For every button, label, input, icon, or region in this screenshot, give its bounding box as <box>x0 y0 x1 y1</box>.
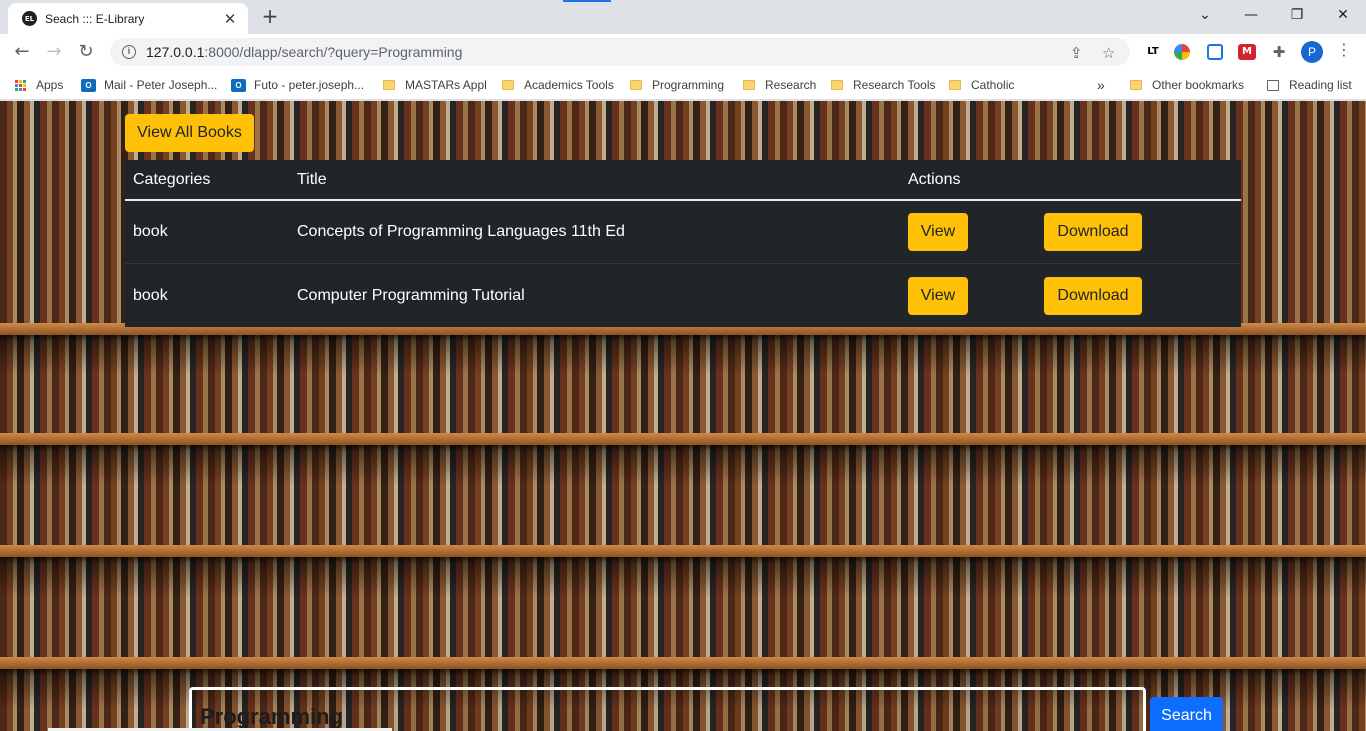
new-tab-icon[interactable]: + <box>258 4 282 28</box>
reading-list-icon <box>1267 79 1279 91</box>
shelf-board <box>0 657 1366 669</box>
library-background: View All Books Categories Title Actions … <box>0 101 1366 731</box>
browser-toolbar: ← → ↻ i 127.0.0.1:8000/dlapp/search/?que… <box>0 34 1366 70</box>
download-book-button[interactable]: Download <box>1044 276 1142 315</box>
tab-title: Seach ::: E-Library <box>45 11 145 26</box>
row-category: book <box>133 286 168 304</box>
shelf-shadow <box>0 335 1366 375</box>
bookmark-star-icon[interactable]: ☆ <box>1102 44 1115 62</box>
languagetool-extension-icon[interactable]: LT <box>1143 42 1163 62</box>
search-results-table: Categories Title Actions book Concepts o… <box>125 160 1241 327</box>
bookmark-academics-tools[interactable]: Academics Tools <box>502 76 614 94</box>
view-all-books-button[interactable]: View All Books <box>125 114 254 152</box>
row-title: Concepts of Programming Languages 11th E… <box>297 223 625 240</box>
bookmark-label: Academics Tools <box>524 78 614 92</box>
screenshot-extension-icon[interactable] <box>1207 44 1223 60</box>
bookmark-label: Futo - peter.joseph... <box>254 78 365 92</box>
reload-icon[interactable]: ↻ <box>72 38 100 66</box>
mendeley-extension-icon[interactable]: M <box>1238 44 1256 60</box>
table-header: Categories Title Actions <box>125 160 1241 201</box>
download-book-button[interactable]: Download <box>1044 213 1142 251</box>
outlook-icon: O <box>231 78 246 92</box>
bookmark-futo[interactable]: O Futo - peter.joseph... <box>231 76 364 94</box>
bookmark-label: Other bookmarks <box>1152 78 1245 92</box>
url-text[interactable]: 127.0.0.1:8000/dlapp/search/?query=Progr… <box>146 44 462 60</box>
shelf-shadow <box>0 557 1366 597</box>
bookmark-label: Mail - Peter Joseph... <box>104 78 218 92</box>
folder-icon <box>949 80 961 90</box>
color-picker-extension-icon[interactable] <box>1174 44 1190 60</box>
row-title: Computer Programming Tutorial <box>297 286 525 304</box>
table-row: book Computer Programming Tutorial View … <box>125 264 1241 327</box>
header-title: Title <box>297 170 327 188</box>
tab-search-chevron-icon[interactable]: ⌄ <box>1182 4 1228 26</box>
bookmark-programming[interactable]: Programming <box>630 76 724 94</box>
tab-strip: EL Seach ::: E-Library ✕ + ⌄ — ❐ ✕ <box>0 0 1366 34</box>
search-input[interactable]: Programming <box>189 687 1146 731</box>
close-tab-icon[interactable]: ✕ <box>222 10 238 28</box>
bookmarks-bar: Apps O Mail - Peter Joseph... O Futo - p… <box>0 70 1366 100</box>
bookmark-mastars[interactable]: MASTARs Appl <box>383 76 487 94</box>
bookmark-label: Programming <box>652 78 725 92</box>
bookmark-label: Research Tools <box>853 78 936 92</box>
minimize-window-icon[interactable]: — <box>1228 4 1274 26</box>
search-button[interactable]: Search <box>1150 697 1223 731</box>
bookmark-label: Research <box>765 78 817 92</box>
folder-icon <box>743 80 755 90</box>
url-host: 127.0.0.1 <box>146 44 205 60</box>
bookmark-label: MASTARs Appl <box>405 78 487 92</box>
bookmark-catholic[interactable]: Catholic <box>949 76 1014 94</box>
back-arrow-icon[interactable]: ← <box>8 38 36 66</box>
folder-icon <box>1130 80 1142 90</box>
apps-grid-icon <box>15 79 26 91</box>
bookmark-label: Catholic <box>971 78 1015 92</box>
shelf-board <box>0 433 1366 445</box>
close-window-icon[interactable]: ✕ <box>1320 4 1366 26</box>
table-row: book Concepts of Programming Languages 1… <box>125 201 1241 264</box>
header-actions: Actions <box>908 170 961 188</box>
bookmark-other[interactable]: Other bookmarks <box>1130 76 1244 94</box>
site-favicon-icon: EL <box>22 11 37 26</box>
outlook-icon: O <box>81 78 96 92</box>
address-bar[interactable]: i 127.0.0.1:8000/dlapp/search/?query=Pro… <box>110 38 1130 66</box>
folder-icon <box>630 80 642 90</box>
folder-icon <box>831 80 843 90</box>
bookmark-research-tools[interactable]: Research Tools <box>831 76 936 94</box>
extensions-puzzle-icon[interactable]: ✚ <box>1269 42 1289 62</box>
bookmark-mail[interactable]: O Mail - Peter Joseph... <box>81 76 217 94</box>
header-categories: Categories <box>133 170 211 188</box>
forward-arrow-icon[interactable]: → <box>40 38 68 66</box>
tab-loading-indicator <box>563 0 611 2</box>
bookmarks-overflow-icon[interactable]: » <box>1097 76 1105 94</box>
shelf-board <box>0 545 1366 557</box>
bookmark-research[interactable]: Research <box>743 76 816 94</box>
browser-tab[interactable]: EL Seach ::: E-Library ✕ <box>8 3 248 34</box>
view-book-button[interactable]: View <box>908 213 968 251</box>
shelf-shadow <box>0 445 1366 485</box>
site-info-icon[interactable]: i <box>122 45 136 59</box>
folder-icon <box>502 80 514 90</box>
view-book-button[interactable]: View <box>908 276 968 315</box>
reading-list-label: Reading list <box>1289 78 1352 92</box>
folder-icon <box>383 80 395 90</box>
chrome-menu-icon[interactable]: ⋮ <box>1336 40 1352 59</box>
row-category: book <box>133 223 168 240</box>
bookmark-apps[interactable]: Apps <box>15 76 63 94</box>
share-icon[interactable]: ⇪ <box>1070 44 1083 62</box>
profile-avatar[interactable]: P <box>1301 41 1323 63</box>
restore-window-icon[interactable]: ❐ <box>1274 4 1320 26</box>
url-path: :8000/dlapp/search/?query=Programming <box>204 44 463 60</box>
bookmark-label: Apps <box>36 78 64 92</box>
reading-list[interactable]: Reading list <box>1267 76 1352 94</box>
